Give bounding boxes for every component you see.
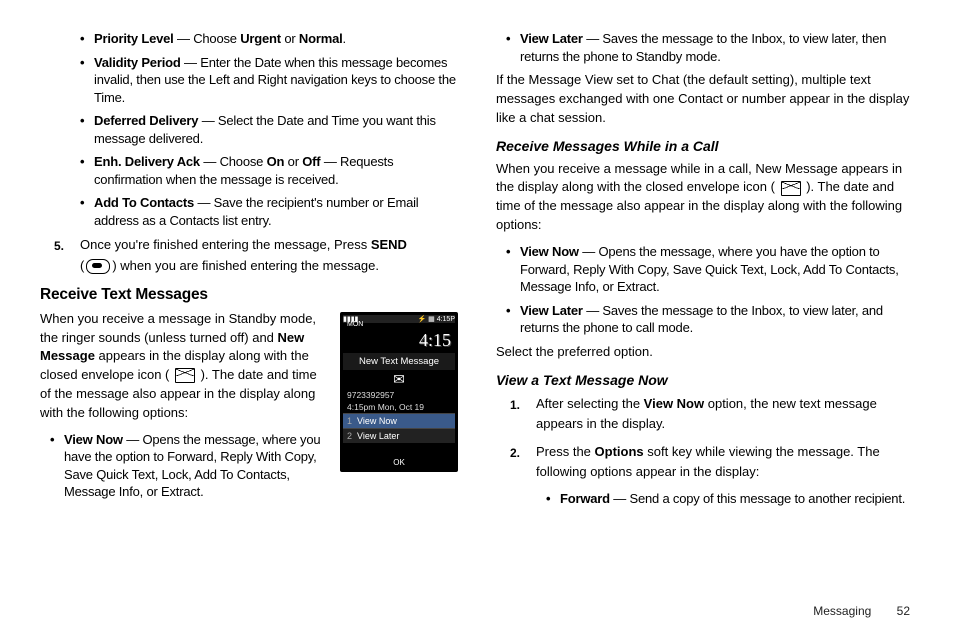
step-number: 5. (54, 237, 64, 256)
bullet-deferred: Deferred Delivery — Select the Date and … (80, 112, 458, 147)
phone-day: MON (343, 321, 455, 328)
bullet-add-contacts: Add To Contacts — Save the recipient's n… (80, 194, 458, 229)
bullet-view-now-call: View Now — Opens the message, where you … (506, 243, 914, 296)
step-number: 1. (510, 396, 520, 415)
select-option: Select the preferred option. (496, 343, 914, 362)
bullet-priority: Priority Level — Choose Urgent or Normal… (80, 30, 458, 48)
footer-section: Messaging (813, 604, 871, 618)
receive-flow: ▮▮▮▮⚡ ▦ 4:15P MON 4:15 New Text Message … (40, 310, 458, 507)
chat-paragraph: If the Message View set to Chat (the def… (496, 71, 914, 128)
view-step-2: 2. Press the Options soft key while view… (510, 442, 914, 482)
ok-button-icon (86, 259, 110, 274)
bullet-view-later: View Later — Saves the message to the In… (506, 30, 914, 65)
phone-timestamp: 4:15pm Mon, Oct 19 (343, 401, 455, 413)
envelope-icon (781, 181, 801, 196)
phone-envelope-icon: ✉ (343, 370, 455, 389)
heading-receive-text: Receive Text Messages (40, 286, 458, 304)
in-call-paragraph: When you receive a message while in a ca… (496, 160, 914, 235)
right-column: View Later — Saves the message to the In… (496, 30, 914, 514)
footer-page-number: 52 (897, 604, 910, 618)
view-step-1: 1. After selecting the View Now option, … (510, 394, 914, 434)
bullet-view-now: View Now — Opens the message, where you … (50, 431, 458, 501)
bullet-forward: Forward — Send a copy of this message to… (546, 490, 914, 508)
bullet-view-later-call: View Later — Saves the message to the In… (506, 302, 914, 337)
step-number: 2. (510, 444, 520, 463)
phone-banner: New Text Message (343, 353, 455, 370)
left-column: Priority Level — Choose Urgent or Normal… (40, 30, 458, 514)
step-5: 5. Once you're finished entering the mes… (54, 235, 458, 275)
heading-view-now: View a Text Message Now (496, 372, 914, 388)
envelope-icon (175, 368, 195, 383)
bullet-validity: Validity Period — Enter the Date when th… (80, 54, 458, 107)
phone-clock: 4:15 (343, 330, 455, 353)
bullet-enh-ack: Enh. Delivery Ack — Choose On or Off — R… (80, 153, 458, 188)
page-footer: Messaging 52 (813, 604, 910, 618)
heading-receive-in-call: Receive Messages While in a Call (496, 138, 914, 154)
phone-option-view-now: 1View Now (343, 413, 455, 428)
content-columns: Priority Level — Choose Urgent or Normal… (40, 30, 914, 514)
phone-number: 9723392957 (343, 389, 455, 401)
